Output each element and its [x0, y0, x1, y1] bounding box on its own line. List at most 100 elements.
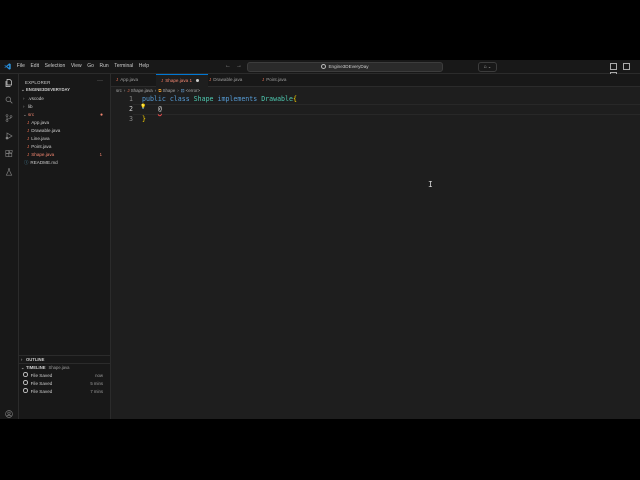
more-actions-icon[interactable]: ···	[97, 78, 103, 84]
line-number: 2	[129, 105, 133, 113]
java-file-icon: J	[27, 120, 30, 125]
menu-bar: File Edit Selection View Go Run Terminal…	[14, 60, 152, 73]
vscode-logo-icon	[4, 63, 11, 70]
tab-shape-java[interactable]: J Shape.java 1	[156, 74, 208, 87]
menu-selection[interactable]: Selection	[42, 60, 68, 73]
error-count-badge: 1	[99, 152, 102, 157]
menu-help[interactable]: Help	[136, 60, 152, 73]
breadcrumb-symbol[interactable]: <error>	[186, 88, 200, 93]
tree-item-label: Line.java	[31, 136, 50, 141]
timeline-section-header[interactable]: ⌄TIMELINE Shape.java	[19, 363, 110, 372]
explorer-icon[interactable]	[5, 79, 13, 87]
java-file-icon: J	[116, 77, 119, 82]
breadcrumb-src[interactable]: src	[116, 88, 122, 93]
java-file-icon: J	[27, 136, 30, 141]
java-file-icon: J	[27, 128, 30, 133]
code-line-1: public class Shape implements Drawable{	[142, 95, 297, 103]
tab-label: App.java	[120, 77, 139, 82]
code-line-2: @	[142, 105, 162, 113]
menu-run[interactable]: Run	[97, 60, 112, 73]
run-debug-icon[interactable]	[5, 132, 13, 140]
code-editor[interactable]: 1 2 3 💡 public class Shape implements Dr…	[111, 94, 640, 419]
timeline-entry[interactable]: File Saved now	[19, 372, 110, 380]
breadcrumb: src › J Shape.java › ⧉ Shape › ⊡ <error>	[116, 87, 200, 94]
tab-app-java[interactable]: J App.java	[111, 74, 160, 86]
tree-item-drawable-java[interactable]: J Drawable.java	[19, 127, 110, 135]
tree-item-vscode[interactable]: › .vscode	[19, 95, 110, 103]
menu-go[interactable]: Go	[84, 60, 96, 73]
line-number: 1	[129, 95, 133, 103]
timeline-entry-time: 7 mins	[90, 389, 103, 394]
history-node-icon	[23, 372, 28, 377]
keyword-token: implements	[217, 95, 258, 103]
tree-item-label: src	[28, 112, 35, 117]
menu-file[interactable]: File	[14, 60, 28, 73]
tree-item-readme[interactable]: ⓘ README.md	[19, 159, 110, 167]
tree-item-line-java[interactable]: J Line.java	[19, 135, 110, 143]
tree-item-point-java[interactable]: J Point.java	[19, 143, 110, 151]
timeline-entry-label: File Saved	[30, 373, 53, 378]
java-file-icon: J	[27, 152, 30, 157]
timeline-entry-time: now	[95, 373, 103, 378]
keyword-token: public	[142, 95, 166, 103]
timeline-entry[interactable]: File Saved 7 mins	[19, 388, 110, 396]
java-file-icon: J	[161, 78, 164, 83]
bracket-token: {	[292, 95, 297, 103]
breadcrumb-class[interactable]: Shape	[163, 88, 176, 93]
command-center-search[interactable]: Engine3DEveryDay	[247, 62, 443, 72]
timeline-label: TIMELINE	[26, 365, 46, 370]
tree-item-app-java[interactable]: J App.java	[19, 119, 110, 127]
type-token: Shape	[193, 95, 214, 103]
project-folder[interactable]: ⌄ENGINE3DEVERYDAY	[19, 86, 110, 94]
explorer-sidebar: EXPLORER ··· ⌄ENGINE3DEVERYDAY › .vscode …	[19, 74, 111, 419]
tree-item-label: Drawable.java	[31, 128, 61, 133]
tab-point-java[interactable]: J Point.java	[258, 74, 302, 86]
back-arrow-icon[interactable]: ←	[225, 63, 231, 69]
tree-item-label: Point.java	[31, 144, 52, 149]
tree-item-label: App.java	[31, 120, 50, 125]
breadcrumb-separator-icon: ›	[154, 88, 157, 93]
extensions-icon[interactable]	[5, 150, 13, 158]
layout-sidebar-icon[interactable]	[610, 63, 617, 70]
tree-item-lib[interactable]: › lib	[19, 103, 110, 111]
timeline-entry-label: File Saved	[30, 381, 53, 386]
tab-label: Point.java	[266, 77, 287, 82]
tree-item-label: Shape.java	[31, 152, 55, 157]
timeline-file: Shape.java	[48, 365, 70, 370]
explorer-title: EXPLORER	[25, 80, 51, 85]
source-control-icon[interactable]	[5, 114, 13, 122]
tree-item-src[interactable]: ⌄src ●	[19, 111, 110, 119]
forward-arrow-icon[interactable]: →	[236, 63, 242, 69]
menu-view[interactable]: View	[68, 60, 84, 73]
unsaved-dot-icon[interactable]	[196, 78, 200, 82]
menu-terminal[interactable]: Terminal	[111, 60, 136, 73]
account-icon[interactable]	[5, 410, 13, 418]
history-node-icon	[23, 388, 28, 393]
timeline-entry-time: 5 mins	[90, 381, 103, 386]
error-token: @	[157, 105, 162, 113]
search-activity-icon[interactable]	[5, 96, 13, 104]
breadcrumb-file[interactable]: Shape.java	[131, 88, 153, 93]
line-number: 3	[129, 115, 133, 123]
copilot-icon: ⌂	[483, 64, 487, 70]
error-dot-icon: ●	[99, 112, 103, 118]
java-file-icon: J	[209, 77, 212, 82]
editor-tabs: J App.java J Shape.java 1 J Drawable.java J…	[111, 74, 640, 87]
tree-item-label: README.md	[30, 160, 58, 165]
text-cursor-icon: I	[428, 180, 433, 189]
layout-panel-icon[interactable]	[623, 63, 630, 70]
tab-label: Shape.java 1	[165, 78, 193, 83]
timeline-entry[interactable]: File Saved 5 mins	[19, 380, 110, 388]
chevron-down-icon: ⌄	[487, 64, 492, 69]
testing-icon[interactable]	[5, 168, 13, 176]
type-token: Drawable	[261, 95, 293, 103]
tab-drawable-java[interactable]: J Drawable.java	[207, 74, 257, 86]
search-icon	[321, 63, 327, 69]
bracket-token: }	[142, 115, 146, 123]
menu-edit[interactable]: Edit	[28, 60, 42, 73]
tree-item-shape-java[interactable]: J Shape.java 1	[19, 151, 110, 159]
activity-bar	[0, 74, 19, 419]
search-text: Engine3DEveryDay	[328, 64, 369, 69]
copilot-button[interactable]: ⌂⌄	[478, 62, 497, 72]
project-label: ENGINE3DEVERYDAY	[26, 87, 70, 92]
